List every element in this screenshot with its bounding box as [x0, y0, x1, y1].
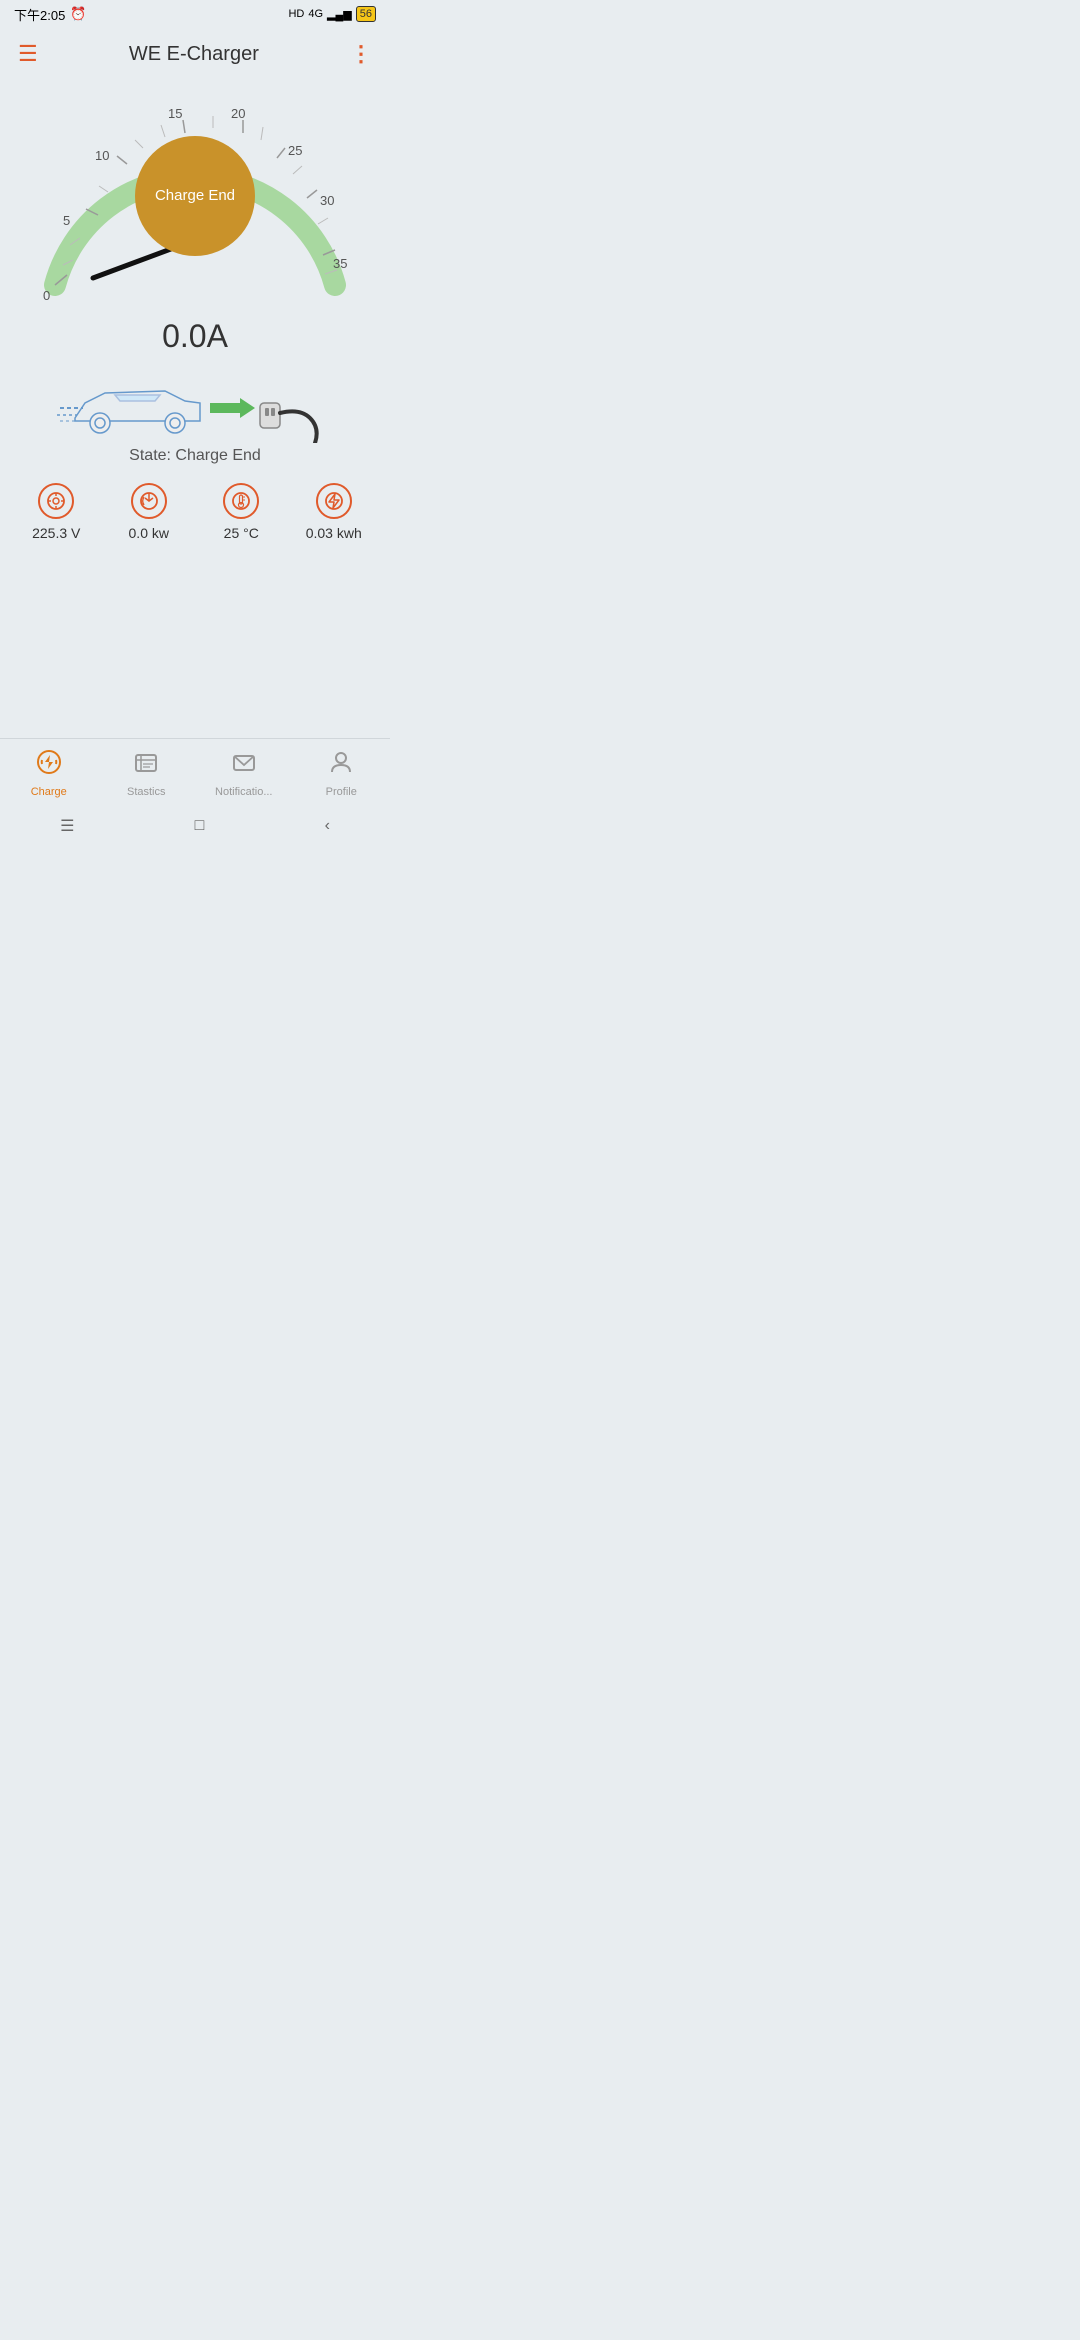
svg-text:10: 10	[95, 148, 109, 163]
metric-temp: 25 °C	[195, 483, 288, 541]
top-bar: ☰ WE E-Charger ⋮	[0, 28, 390, 80]
charge-nav-label: Charge	[31, 786, 67, 798]
svg-text:35: 35	[333, 256, 347, 271]
status-right: HD 4G ▂▄▆ 56	[288, 6, 376, 22]
svg-text:15: 15	[168, 106, 182, 121]
profile-nav-icon	[328, 749, 354, 782]
nav-profile[interactable]: Profile	[293, 749, 391, 798]
stastics-nav-label: Stastics	[127, 786, 166, 798]
power-value: 0.0 kw	[129, 525, 169, 541]
svg-text:5: 5	[63, 213, 70, 228]
profile-nav-label: Profile	[326, 786, 357, 798]
stastics-nav-icon	[133, 749, 159, 782]
voltage-value: 225.3 V	[32, 525, 80, 541]
svg-text:25: 25	[288, 143, 302, 158]
charge-end-button[interactable]: Charge End	[135, 136, 255, 256]
signal-label: 4G	[308, 8, 323, 20]
gauge-value: 0.0A	[162, 318, 228, 355]
metric-power: 0.0 kw	[103, 483, 196, 541]
hd-label: HD	[288, 8, 304, 20]
android-back-btn[interactable]: ‹	[325, 817, 330, 835]
alarm-icon: ⏰	[70, 6, 86, 22]
gauge-container: 0 5 10 15 20 25 30 35	[25, 90, 365, 310]
nav-charge[interactable]: Charge	[0, 749, 98, 798]
temp-icon	[223, 483, 259, 519]
svg-text:0: 0	[43, 288, 50, 303]
charge-end-label: Charge End	[155, 186, 235, 206]
android-home-btn[interactable]: □	[195, 817, 205, 835]
temp-value: 25 °C	[224, 525, 259, 541]
car-illustration	[55, 363, 335, 443]
nav-notifications[interactable]: Notificatio...	[195, 749, 293, 798]
metric-voltage: 225.3 V	[10, 483, 103, 541]
power-icon	[131, 483, 167, 519]
android-nav-bar: ☰ □ ‹	[0, 808, 390, 844]
battery-level: 56	[356, 6, 376, 22]
bottom-nav: Charge Stastics Notificatio...	[0, 738, 390, 808]
metric-energy: 0.03 kwh	[288, 483, 381, 541]
nav-stastics[interactable]: Stastics	[98, 749, 196, 798]
signal-bars: ▂▄▆	[327, 8, 352, 21]
status-bar: 下午2:05 ⏰ HD 4G ▂▄▆ 56	[0, 0, 390, 28]
more-options-icon[interactable]: ⋮	[350, 41, 372, 67]
svg-text:30: 30	[320, 193, 334, 208]
menu-icon[interactable]: ☰	[18, 41, 38, 67]
charge-nav-icon	[36, 749, 62, 782]
energy-value: 0.03 kwh	[306, 525, 362, 541]
notifications-nav-label: Notificatio...	[215, 786, 272, 798]
notifications-nav-icon	[231, 749, 257, 782]
gauge-section: 0 5 10 15 20 25 30 35	[0, 80, 390, 465]
status-time: 下午2:05	[14, 5, 65, 24]
svg-text:20: 20	[231, 106, 245, 121]
state-label: State: Charge End	[129, 447, 261, 465]
energy-icon	[316, 483, 352, 519]
status-left: 下午2:05 ⏰	[14, 5, 87, 24]
metrics-row: 225.3 V 0.0 kw 25 °C	[0, 465, 390, 551]
android-menu-btn[interactable]: ☰	[60, 816, 74, 836]
app-title: WE E-Charger	[129, 43, 259, 66]
voltage-icon	[38, 483, 74, 519]
